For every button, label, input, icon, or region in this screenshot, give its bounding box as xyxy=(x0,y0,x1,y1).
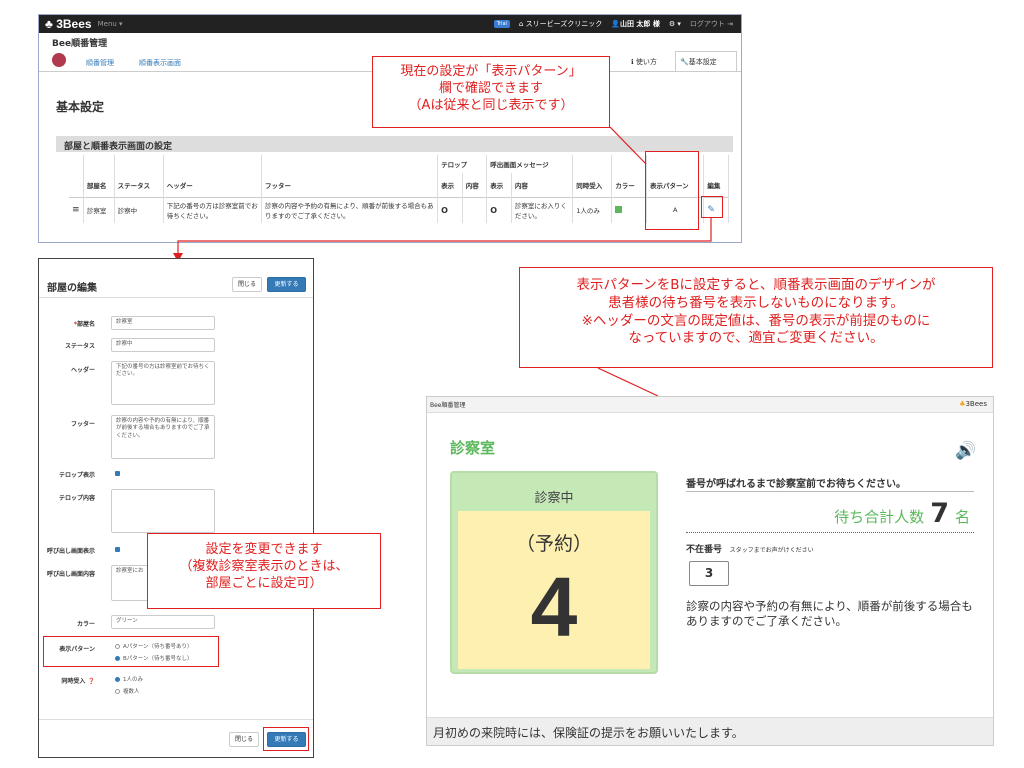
brand-logo[interactable]: ♣ 3Bees xyxy=(45,17,92,31)
info-icon: ℹ xyxy=(631,58,634,66)
speaker-icon[interactable]: 🔊 xyxy=(955,441,976,461)
col-header: 部屋名 xyxy=(83,173,115,197)
bees-logo: ♣3Bees xyxy=(959,400,987,408)
app-logo-icon xyxy=(52,53,66,67)
absent-number-box: 3 xyxy=(689,561,729,586)
telop-content-label: テロップ内容 xyxy=(58,495,95,502)
subnav-queue[interactable]: 順番管理 xyxy=(86,58,114,68)
footer-textarea[interactable]: 診察の内容や予約の有無により、順番が前後する場合もありますのでご了承ください。 xyxy=(111,415,215,459)
bees-icon: ♣ xyxy=(45,17,53,31)
room-name-input[interactable]: 診察室 xyxy=(111,316,215,330)
absent-label: 不在番号 スタッフまでお声がけください xyxy=(686,545,814,555)
pattern-label: 表示パターン xyxy=(59,646,95,653)
footer-message: 診察の内容や予約の有無により、順番が前後する場合もありますのでご了承ください。 xyxy=(686,599,973,628)
col-header: ステータス xyxy=(114,173,164,197)
top-navbar: ♣ 3Bees Menu ▾ Trial ⌂ スリービーズクリニック 👤山田 太… xyxy=(39,15,741,33)
update-button[interactable]: 更新する xyxy=(267,277,306,292)
rooms-table: テロップ 呼出画面メッセージ 部屋名 ステータス ヘッダー フッター 表示 内容… xyxy=(69,155,729,223)
help-link[interactable]: ℹ 使い方 xyxy=(631,57,657,67)
status-text: 診察中 xyxy=(534,491,574,506)
display-top-bar: Bee順番管理 ♣3Bees xyxy=(427,397,993,413)
home-icon: ⌂ xyxy=(518,20,524,28)
col-header: フッター xyxy=(261,173,439,197)
number-box: （予約） 4 xyxy=(458,511,650,669)
col-group-call: 呼出画面メッセージ xyxy=(486,155,574,173)
pattern-a-radio[interactable]: Aパターン（待ち番号あり） xyxy=(115,642,193,650)
col-header: 内容 xyxy=(511,173,574,197)
callout-top: 現在の設定が「表示パターン」 欄で確認できます （Aは従来と同じ表示です） xyxy=(372,56,610,128)
gear-icon: ⚙ xyxy=(668,20,676,28)
footer-label: フッター xyxy=(70,421,95,428)
help-icon[interactable]: ❓ xyxy=(88,678,95,685)
subnav-display[interactable]: 順番表示画面 xyxy=(139,58,181,68)
status-card: 診察中 （予約） 4 xyxy=(450,471,658,674)
header-message: 番号が呼ばれるまで診察室前でお待ちください。 xyxy=(686,479,906,490)
pattern-highlight xyxy=(645,151,699,230)
logout-link[interactable]: ログアウト ⇥ xyxy=(690,19,733,29)
display-room-name: 診察室 xyxy=(450,439,496,457)
menu-dropdown[interactable]: Menu ▾ xyxy=(98,20,123,28)
footer-update-button[interactable]: 更新する xyxy=(267,732,306,747)
radio-icon xyxy=(115,644,120,649)
radio-selected-icon xyxy=(115,656,120,661)
tab-settings[interactable]: 🔧基本設定 xyxy=(675,51,737,71)
current-number: 4 xyxy=(530,560,578,654)
user-menu[interactable]: 👤山田 太郎 様 xyxy=(611,19,660,29)
col-header: 表示 xyxy=(437,173,463,197)
edit-highlight xyxy=(701,196,723,218)
simul-one-radio[interactable]: 1人のみ xyxy=(115,675,143,683)
telop-show-label: テロップ表示 xyxy=(58,472,95,479)
call-content-label: 呼び出し画面内容 xyxy=(46,571,95,578)
app-title: Bee順番管理 xyxy=(52,39,108,49)
user-icon: 👤 xyxy=(611,20,620,28)
room-edit-dialog: 部屋の編集 閉じる 更新する *部屋名 診察室 ステータス 診察中 ヘッダー 下… xyxy=(38,258,314,758)
col-header: カラー xyxy=(611,173,647,197)
section-header: 部屋と順番表示画面の設定 xyxy=(56,136,733,152)
number-type: （予約） xyxy=(515,533,592,555)
col-group-telop: テロップ xyxy=(437,155,488,173)
color-select[interactable]: グリーン xyxy=(111,615,215,629)
telop-show-checkbox[interactable] xyxy=(115,471,120,476)
call-show-label: 呼び出し画面表示 xyxy=(46,548,95,555)
clinic-link[interactable]: ⌂ スリービーズクリニック xyxy=(519,19,602,29)
pattern-b-radio[interactable]: Bパターン（待ち番号なし） xyxy=(115,654,193,662)
call-show-checkbox[interactable] xyxy=(115,547,120,552)
simul-many-radio[interactable]: 複数人 xyxy=(115,687,140,695)
header-label: ヘッダー xyxy=(70,367,95,374)
callout-middle: 設定を変更できます （複数診察室表示のときは、 部屋ごとに設定可） xyxy=(147,533,381,609)
display-screen-preview: Bee順番管理 ♣3Bees 診察室 🔊 診察中 （予約） 4 番号が呼ばれるま… xyxy=(426,396,994,746)
color-label: カラー xyxy=(76,621,95,628)
wrench-icon: 🔧 xyxy=(680,58,689,66)
room-label: *部屋名 xyxy=(73,321,95,328)
radio-selected-icon xyxy=(115,677,120,682)
settings-page-panel: ♣ 3Bees Menu ▾ Trial ⌂ スリービーズクリニック 👤山田 太… xyxy=(38,14,742,243)
trial-badge: Trial xyxy=(493,20,510,28)
col-header: ヘッダー xyxy=(163,173,263,197)
wait-count-row: 待ち合計人数 7 名 xyxy=(834,498,970,529)
logout-icon: ⇥ xyxy=(727,20,733,28)
simul-label: 同時受入 ❓ xyxy=(61,678,95,685)
callout-right: 表示パターンをBに設定すると、順番表示画面のデザインが 患者様の待ち番号を表示し… xyxy=(519,267,993,368)
status-input[interactable]: 診察中 xyxy=(111,338,215,352)
col-header: 内容 xyxy=(462,173,488,197)
page-title: 基本設定 xyxy=(56,100,105,114)
close-button[interactable]: 閉じる xyxy=(232,277,262,292)
gear-menu[interactable]: ⚙ ▾ xyxy=(669,20,681,28)
radio-icon xyxy=(115,689,120,694)
col-header: 表示 xyxy=(486,173,512,197)
table-row: ≡ 診察室 診察中 下記の番号の方は診察室前でお待ちください。 診察の内容や予約… xyxy=(69,197,729,223)
status-label: ステータス xyxy=(64,343,95,350)
telop-content-textarea[interactable] xyxy=(111,489,215,533)
drag-handle-icon[interactable]: ≡ xyxy=(69,197,84,223)
ticker-bar: 月初めの来院時には、保険証の提示をお願いいたします。 xyxy=(427,717,993,745)
color-swatch xyxy=(615,205,623,213)
col-header: 編集 xyxy=(703,173,729,197)
header-textarea[interactable]: 下記の番号の方は診察室前でお待ちください。 xyxy=(111,361,215,405)
footer-close-button[interactable]: 閉じる xyxy=(229,732,259,747)
col-header: 同時受入 xyxy=(572,173,613,197)
dialog-title: 部屋の編集 xyxy=(47,283,97,294)
